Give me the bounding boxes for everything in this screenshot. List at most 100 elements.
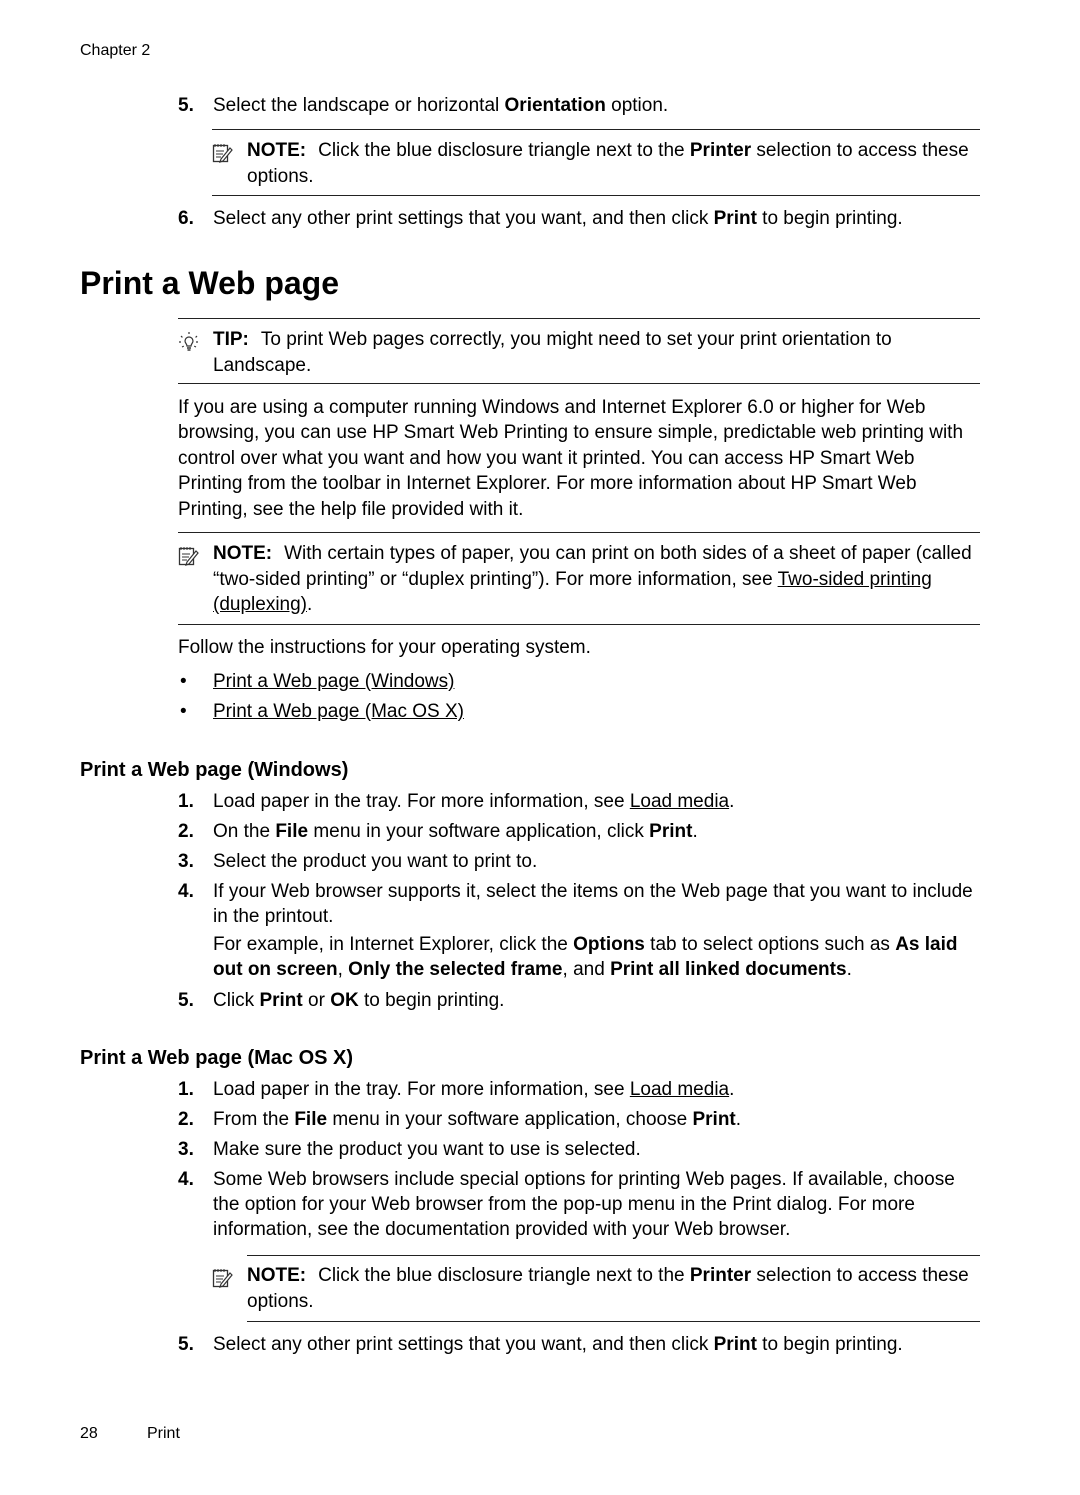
step-text: .: [692, 821, 698, 842]
step-number: 1.: [178, 1079, 194, 1100]
mac-step-1: 1. Load paper in the tray. For more info…: [178, 1077, 983, 1102]
lightbulb-icon: [178, 331, 200, 351]
step-bold: Only the selected frame: [348, 959, 563, 980]
step-bold: Orientation: [504, 95, 606, 116]
footer-section: Print: [147, 1425, 180, 1442]
step-6-print: 6. Select any other print settings that …: [178, 206, 983, 231]
step-number: 6.: [178, 208, 194, 229]
step-text: Select any other print settings that you…: [213, 208, 714, 229]
step-text: ,: [337, 959, 349, 980]
note-rule-top: [212, 129, 980, 130]
tip-text: To print Web pages correctly, you might …: [213, 329, 892, 376]
note-text: .: [307, 594, 313, 615]
note-rule-top: [247, 1255, 980, 1256]
step-text: to begin printing.: [358, 990, 505, 1011]
step-number: 4.: [178, 881, 194, 902]
note-rule-bottom: [212, 195, 980, 196]
step-text: .: [735, 1109, 742, 1130]
note-pad-icon: [212, 142, 234, 163]
step-number: 2.: [178, 821, 194, 842]
step-5-orientation: 5. Select the landscape or horizontal Or…: [178, 93, 983, 118]
subsection-title-mac: Print a Web page (Mac OS X): [80, 1047, 354, 1069]
step-text: menu in your software application, choos…: [327, 1109, 693, 1130]
bullet-dot: •: [180, 671, 187, 692]
link-print-web-page-mac[interactable]: Print a Web page (Mac OS X): [213, 701, 464, 722]
tip-rule-top: [178, 318, 980, 319]
note-printer-disclosure-mac: NOTE: Click the blue disclosure triangle …: [212, 1263, 982, 1314]
step-bold: File: [275, 821, 309, 842]
step-text: Select any other print settings that you…: [213, 1334, 714, 1355]
running-header: Chapter 2: [80, 42, 151, 59]
note-label: NOTE:: [213, 543, 273, 564]
note-pad-icon: [212, 1267, 234, 1288]
windows-step-4: 4. If your Web browser supports it, sele…: [178, 879, 983, 982]
note-rule-bottom: [178, 624, 980, 625]
step-text: .: [846, 959, 852, 980]
note-bold: Printer: [689, 140, 752, 161]
step-text: to begin printing.: [756, 208, 903, 229]
step-number: 2.: [178, 1109, 194, 1130]
step-bold: Print: [692, 1109, 736, 1130]
step-text: For example, in Internet Explorer, click…: [213, 934, 574, 955]
step-number: 3.: [178, 851, 194, 872]
note-duplex: NOTE: With certain types of paper, you ca…: [178, 541, 983, 618]
step-text: Make sure the product you want to use is…: [213, 1139, 641, 1160]
page-number: 28: [80, 1425, 98, 1442]
step-text: option.: [605, 95, 669, 116]
step-text: to begin printing.: [756, 1334, 903, 1355]
section-title: Print a Web page: [80, 265, 340, 301]
note-text: Click the blue disclosure triangle next …: [318, 140, 690, 161]
step-number: 5.: [178, 990, 194, 1011]
list-item: • Print a Web page (Windows): [178, 669, 454, 694]
step-text: tab to select options such as: [644, 934, 896, 955]
step-text: Load paper in the tray. For more informa…: [213, 791, 630, 812]
link-load-media[interactable]: Load media: [630, 1079, 729, 1100]
step-number: 1.: [178, 791, 194, 812]
windows-step-3: 3. Select the product you want to print …: [178, 849, 983, 874]
step-text: Click: [213, 990, 260, 1011]
step-text: , and: [562, 959, 611, 980]
step-text: .: [729, 1079, 735, 1100]
windows-step-1: 1. Load paper in the tray. For more info…: [178, 789, 983, 814]
note-text: Click the blue disclosure triangle next …: [318, 1265, 690, 1286]
note-label: NOTE:: [247, 140, 307, 161]
step-number: 5.: [178, 95, 194, 116]
step-number: 4.: [178, 1169, 194, 1190]
step-bold: Options: [573, 934, 645, 955]
step-bold: File: [294, 1109, 328, 1130]
step-text: menu in your software application, click: [308, 821, 650, 842]
step-text: From the: [213, 1109, 295, 1130]
mac-step-3: 3. Make sure the product you want to use…: [178, 1137, 983, 1162]
step-text: or: [302, 990, 331, 1011]
mac-step-2: 2. From the File menu in your software a…: [178, 1107, 983, 1132]
step-bold: Print: [713, 1334, 757, 1355]
link-load-media[interactable]: Load media: [630, 791, 729, 812]
step-number: 3.: [178, 1139, 194, 1160]
step-text: If your Web browser supports it, select …: [213, 881, 973, 927]
tip-label: TIP:: [213, 329, 249, 350]
mac-step-5: 5. Select any other print settings that …: [178, 1332, 983, 1357]
tip-rule-bottom: [178, 383, 980, 384]
step-text: Select the product you want to print to.: [213, 851, 538, 872]
bullet-dot: •: [180, 701, 187, 722]
step-bold: Print: [259, 990, 303, 1011]
step-bold: Print: [649, 821, 693, 842]
note-rule-bottom: [247, 1321, 980, 1322]
step-bold: Print: [713, 208, 757, 229]
step-text: Select the landscape or horizontal: [213, 95, 505, 116]
note-bold: Printer: [689, 1265, 752, 1286]
note-label: NOTE:: [247, 1265, 307, 1286]
tip-landscape: TIP: To print Web pages correctly, you mi…: [178, 327, 983, 378]
intro-paragraph: If you are using a computer running Wind…: [178, 397, 964, 520]
step-number: 5.: [178, 1334, 194, 1355]
step-example: For example, in Internet Explorer, click…: [213, 932, 983, 982]
step-text: Load paper in the tray. For more informa…: [213, 1079, 630, 1100]
step-text: Some Web browsers include special option…: [213, 1169, 955, 1240]
step-text: .: [729, 791, 735, 812]
list-item: • Print a Web page (Mac OS X): [178, 699, 464, 724]
windows-step-2: 2. On the File menu in your software app…: [178, 819, 983, 844]
note-rule-top: [178, 532, 980, 533]
step-bold: OK: [330, 990, 359, 1011]
link-print-web-page-windows[interactable]: Print a Web page (Windows): [213, 671, 454, 692]
windows-step-5: 5. Click Print or OK to begin printing.: [178, 988, 983, 1013]
